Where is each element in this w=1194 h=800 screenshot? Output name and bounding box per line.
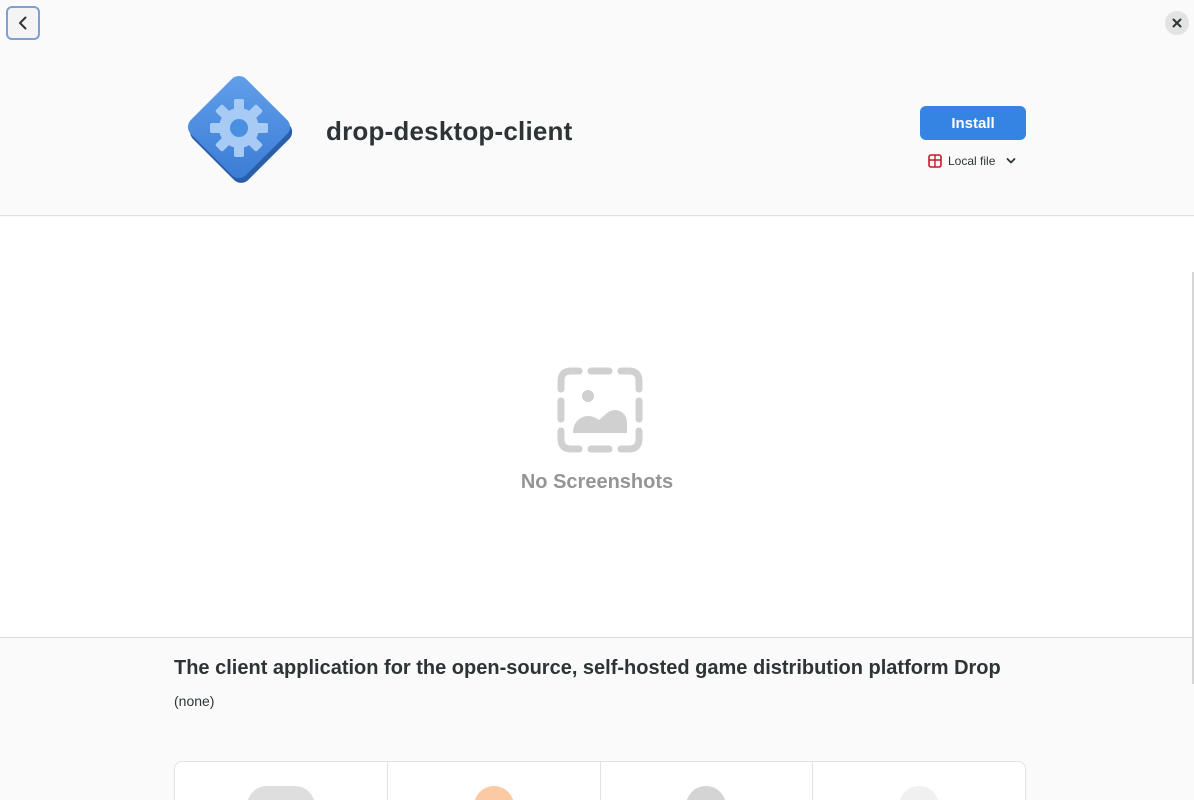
- no-screenshots-label: No Screenshots: [520, 471, 674, 493]
- install-button[interactable]: Install: [920, 106, 1026, 140]
- screenshots-area: No Screenshots: [0, 217, 1194, 684]
- context-tile[interactable]: [175, 762, 388, 800]
- app-title: drop-desktop-client: [326, 116, 573, 146]
- app-description: (none): [174, 693, 215, 709]
- context-tile[interactable]: [813, 762, 1025, 800]
- chevron-left-icon: [19, 16, 27, 30]
- app-window: drop-desktop-client Install Local file N…: [0, 0, 1194, 800]
- light-badge-icon: [899, 786, 940, 800]
- gear-diamond-icon: [187, 75, 293, 183]
- close-icon: [1172, 18, 1182, 28]
- source-selector[interactable]: Local file: [928, 151, 1017, 171]
- context-tile[interactable]: [601, 762, 814, 800]
- orange-badge-icon: [473, 786, 514, 800]
- context-tiles: [174, 761, 1026, 800]
- package-icon: [928, 154, 942, 168]
- app-header: drop-desktop-client Install Local file: [0, 48, 1194, 216]
- chevron-down-icon: [1006, 158, 1016, 164]
- back-button[interactable]: [6, 6, 40, 40]
- close-button[interactable]: [1165, 11, 1189, 35]
- context-tile[interactable]: [388, 762, 601, 800]
- image-missing-icon: [557, 367, 643, 453]
- grey-badge-icon: [246, 786, 315, 800]
- dark-badge-icon: [686, 786, 727, 800]
- app-summary: The client application for the open-sour…: [174, 657, 1001, 679]
- source-label: Local file: [948, 154, 996, 168]
